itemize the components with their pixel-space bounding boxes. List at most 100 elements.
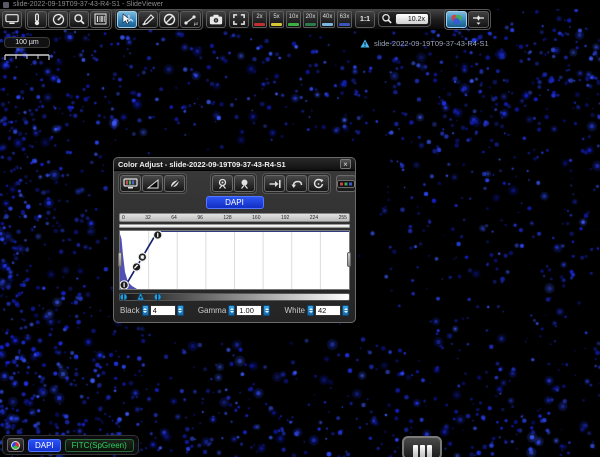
slide-label-text: slide-2022-09-19T09-37-43-R4-S1	[374, 39, 489, 48]
natural-color-icon	[168, 178, 182, 190]
window-titlebar: slide-2022-09-19T09-37-43-R4-S1 - SlideV…	[0, 0, 600, 9]
reset-button[interactable]	[308, 175, 329, 192]
objectives-group: 2x 5x 10x 20x 40x 63x	[252, 11, 352, 28]
natural-color-button[interactable]	[164, 175, 185, 192]
tray-bar	[420, 445, 425, 457]
overlay-channels-button[interactable]	[7, 438, 24, 452]
navigator-button[interactable]	[48, 11, 68, 28]
auto-contrast-icon	[238, 178, 251, 190]
rgb-wheel-icon	[11, 441, 20, 450]
channel-colors-button[interactable]	[336, 175, 356, 192]
snapshot-button[interactable]	[206, 11, 226, 28]
curve-chart[interactable]	[119, 230, 350, 290]
channel-dapi-button[interactable]: DAPI	[28, 439, 61, 452]
white-up-down-left[interactable]	[307, 305, 314, 316]
gamma-spinner	[228, 305, 270, 316]
one-to-one-button[interactable]: 1:1	[355, 11, 375, 28]
pointer-tool-button[interactable]	[117, 11, 137, 28]
dialog-toolbar	[114, 171, 355, 196]
slide-tray-button[interactable]	[402, 436, 442, 457]
black-up-down-left[interactable]	[142, 305, 149, 316]
objective-5x-button[interactable]: 5x	[269, 11, 284, 28]
white-label: White	[285, 306, 305, 315]
app-icon	[3, 2, 9, 8]
slide-thermometer-button[interactable]	[27, 11, 47, 28]
ramp-icon	[146, 178, 160, 190]
main-toolbar: µm 2x 5x	[0, 9, 458, 30]
tray-bar	[427, 445, 432, 457]
white-input[interactable]	[315, 305, 341, 316]
gamma-input[interactable]	[236, 305, 262, 316]
annotation-tools-group: µm	[115, 9, 203, 30]
undo-button[interactable]	[286, 175, 307, 192]
channel-fitc-button[interactable]: FITC(SpGreen)	[65, 439, 134, 452]
objective-10x-button[interactable]: 10x	[286, 11, 301, 28]
fullscreen-button[interactable]	[229, 11, 249, 28]
measure-icon: µm	[183, 13, 198, 26]
apply-icon	[268, 178, 282, 190]
dialog-close-button[interactable]: ×	[340, 159, 351, 169]
channel-tab-dapi[interactable]: DAPI	[206, 196, 264, 209]
color-adjust-icon	[449, 13, 464, 26]
annotation-pen-button[interactable]	[138, 11, 158, 28]
channel-bar: DAPI FITC(SpGreen)	[2, 435, 139, 455]
objective-40x-button[interactable]: 40x	[320, 11, 335, 28]
range-handle-right[interactable]	[347, 252, 351, 267]
dialog-titlebar[interactable]: Color Adjust - slide-2022-09-19T09-37-43…	[114, 158, 355, 171]
black-label: Black	[120, 306, 140, 315]
gamma-up-down-left[interactable]	[228, 305, 235, 316]
ramp-curve-button[interactable]	[142, 175, 163, 192]
warning-triangle-icon	[360, 39, 370, 48]
objective-2x-button[interactable]: 2x	[252, 11, 267, 28]
dialog-title: Color Adjust - slide-2022-09-19T09-37-43…	[118, 160, 340, 169]
black-spinner	[142, 305, 184, 316]
channel-tab-row: DAPI	[114, 196, 355, 211]
barcode-icon	[94, 13, 107, 25]
white-up-down-right[interactable]	[342, 305, 349, 316]
measure-button[interactable]: µm	[180, 11, 201, 28]
auto-brightness-icon	[216, 178, 229, 190]
range-strip	[119, 224, 350, 228]
levels-row: Black Gamma White	[119, 305, 350, 316]
gamma-label: Gamma	[198, 306, 226, 315]
scale-bar-label: 100 µm	[4, 37, 50, 48]
curve-plot[interactable]	[120, 231, 349, 289]
channel-colors-icon	[337, 180, 355, 188]
auto-contrast-button[interactable]	[234, 175, 255, 192]
apply-reset-group	[262, 173, 331, 194]
black-input[interactable]	[150, 305, 176, 316]
slide-tools-group	[25, 9, 112, 30]
image-adjust-group	[444, 9, 491, 30]
scale-bar-ruler	[4, 54, 50, 61]
pen-icon	[141, 13, 155, 26]
auto-brightness-button[interactable]	[212, 175, 233, 192]
zoom-level-input[interactable]	[395, 13, 429, 25]
magnifier-tool-button[interactable]	[69, 11, 89, 28]
slide-thermometer-icon	[32, 13, 42, 26]
hide-annotations-icon	[163, 13, 176, 26]
gradient-markers[interactable]	[120, 291, 349, 304]
color-adjust-button[interactable]	[446, 11, 467, 28]
objective-20x-button[interactable]: 20x	[303, 11, 318, 28]
zoom-magnifier-icon	[381, 13, 393, 25]
black-up-down-right[interactable]	[177, 305, 184, 316]
lut-display-button[interactable]	[120, 175, 141, 192]
gamma-up-down-right[interactable]	[263, 305, 270, 316]
svg-text:µm: µm	[194, 21, 198, 26]
display-button[interactable]	[2, 11, 22, 28]
lut-display-icon	[123, 178, 138, 190]
reset-icon	[312, 178, 325, 190]
range-handle-left[interactable]	[118, 252, 122, 267]
hide-annotations-button[interactable]	[159, 11, 179, 28]
magnifier-icon	[73, 13, 86, 26]
dialog-body: 0 32 64 96 128 160 192 224 255 Black	[114, 211, 355, 316]
white-spinner	[307, 305, 349, 316]
intensity-ruler: 0 32 64 96 128 160 192 224 255	[119, 213, 350, 222]
color-adjust-dialog: Color Adjust - slide-2022-09-19T09-37-43…	[113, 157, 356, 323]
display-settings-button[interactable]	[468, 11, 489, 28]
apply-to-all-button[interactable]	[264, 175, 285, 192]
objective-63x-button[interactable]: 63x	[337, 11, 352, 28]
barcode-button[interactable]	[90, 11, 110, 28]
tray-bar	[413, 445, 418, 457]
gradient-slider[interactable]	[119, 293, 350, 301]
